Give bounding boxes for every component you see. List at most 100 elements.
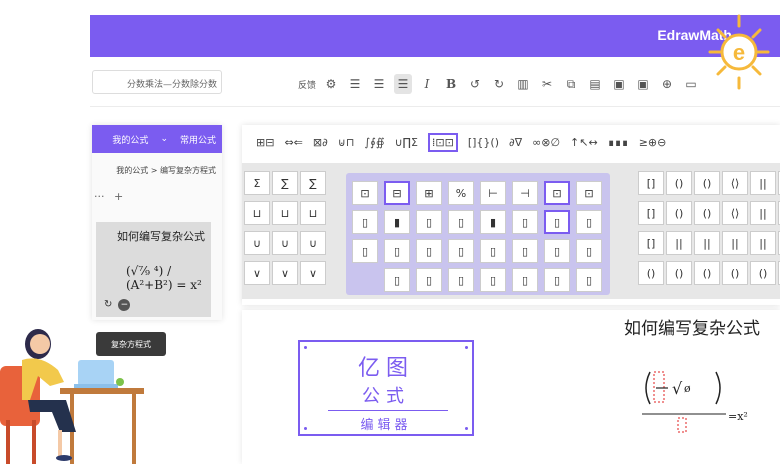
grid_left-template-3-0[interactable]: ∨ bbox=[244, 261, 270, 285]
grid_mid-template-1-6[interactable]: ▯ bbox=[544, 210, 570, 234]
grid_mid-template-2-1[interactable]: ▯ bbox=[384, 239, 410, 263]
grid_mid-template-0-5[interactable]: ⊣ bbox=[512, 181, 538, 205]
grid_mid-template-1-1[interactable]: ▮ bbox=[384, 210, 410, 234]
symbol-category-2[interactable]: ⊠∂ bbox=[313, 136, 328, 149]
grid_mid-template-2-5[interactable]: ▯ bbox=[512, 239, 538, 263]
grid_mid-template-3-1[interactable]: ▯ bbox=[384, 268, 410, 292]
gear-icon[interactable]: ⚙ bbox=[322, 74, 340, 94]
grid_right-template-1-3[interactable]: ⟨⟩ bbox=[722, 201, 748, 225]
grid_right-template-0-0[interactable]: [] bbox=[638, 171, 664, 195]
chevron-down-icon[interactable]: ⌄ bbox=[160, 134, 168, 144]
grid_left-template-1-1[interactable]: ⊔ bbox=[272, 201, 298, 225]
grid_right-template-0-2[interactable]: () bbox=[694, 171, 720, 195]
symbol-category-3[interactable]: ⊍⊓ bbox=[338, 136, 355, 149]
grid_right-template-3-4[interactable]: () bbox=[750, 261, 776, 285]
add-formula-icon[interactable]: + bbox=[114, 190, 123, 203]
grid_left-template-3-1[interactable]: ∨ bbox=[272, 261, 298, 285]
align-right-icon[interactable]: ☰ bbox=[346, 74, 364, 94]
grid_right-template-0-3[interactable]: ⟨⟩ bbox=[722, 171, 748, 195]
grid_mid-template-3-4[interactable]: ▯ bbox=[480, 268, 506, 292]
print-icon[interactable]: ▤ bbox=[586, 74, 604, 94]
grid_mid-template-3-2[interactable]: ▯ bbox=[416, 268, 442, 292]
grid_mid-template-0-0[interactable]: ⊡ bbox=[352, 181, 378, 205]
grid_right-template-0-4[interactable]: || bbox=[750, 171, 776, 195]
grid_right-template-3-3[interactable]: () bbox=[722, 261, 748, 285]
tab-common-formulas[interactable]: 常用公式 bbox=[180, 133, 216, 146]
grid_right-template-2-4[interactable]: || bbox=[750, 231, 776, 255]
symbol-category-8[interactable]: ∂∇ bbox=[509, 136, 522, 149]
symbol-category-1[interactable]: ⇔⇐ bbox=[284, 136, 302, 149]
symbol-category-6[interactable]: ⁞⊡⊡ bbox=[427, 133, 458, 152]
cut-icon[interactable]: ✂ bbox=[538, 74, 556, 94]
grid_right-template-2-0[interactable]: [] bbox=[638, 231, 664, 255]
grid_right-template-0-1[interactable]: () bbox=[666, 171, 692, 195]
grid_right-template-3-0[interactable]: () bbox=[638, 261, 664, 285]
symbol-category-11[interactable]: ∎∎∎ bbox=[608, 136, 629, 149]
copy-icon[interactable]: ⧉ bbox=[562, 74, 580, 94]
grid_left-template-3-2[interactable]: ∨ bbox=[300, 261, 326, 285]
canvas-formula[interactable]: √ ø =x² bbox=[642, 368, 762, 438]
save-icon[interactable]: ▣ bbox=[634, 74, 652, 94]
grid_mid-template-2-6[interactable]: ▯ bbox=[544, 239, 570, 263]
symbol-category-9[interactable]: ∞⊗∅ bbox=[532, 136, 560, 149]
save-as-icon[interactable]: ▣ bbox=[610, 74, 628, 94]
grid_mid-template-2-7[interactable]: ▯ bbox=[576, 239, 602, 263]
align-left-icon[interactable]: ☰ bbox=[394, 74, 413, 94]
grid_right-template-2-1[interactable]: || bbox=[666, 231, 692, 255]
grid_right-template-3-1[interactable]: () bbox=[666, 261, 692, 285]
bold-icon[interactable]: B bbox=[442, 74, 460, 94]
symbol-category-4[interactable]: ∫∮∯ bbox=[364, 136, 384, 149]
formula-preview-card[interactable]: 如何编写复杂公式 (√⁷⁄₉ ⁴) / (A²+B²) = x² ↻ − bbox=[96, 222, 211, 317]
grid_left-template-1-2[interactable]: ⊔ bbox=[300, 201, 326, 225]
grid_mid-template-1-3[interactable]: ▯ bbox=[448, 210, 474, 234]
symbol-category-12[interactable]: ≥⊕⊖ bbox=[639, 136, 667, 149]
grid_mid-template-2-4[interactable]: ▯ bbox=[480, 239, 506, 263]
remove-icon[interactable]: − bbox=[118, 299, 131, 311]
grid_mid-template-2-2[interactable]: ▯ bbox=[416, 239, 442, 263]
grid_left-template-0-2[interactable]: ∑ bbox=[300, 171, 326, 195]
grid_left-template-2-0[interactable]: ∪ bbox=[244, 231, 270, 255]
grid_mid-template-1-2[interactable]: ▯ bbox=[416, 210, 442, 234]
symbol-category-7[interactable]: []{}() bbox=[468, 136, 499, 149]
feedback-link[interactable]: 反馈 bbox=[298, 78, 316, 91]
grid_mid-template-0-2[interactable]: ⊞ bbox=[416, 181, 442, 205]
grid_mid-template-1-5[interactable]: ▯ bbox=[512, 210, 538, 234]
undo-icon[interactable]: ↺ bbox=[466, 74, 484, 94]
grid_left-template-2-2[interactable]: ∪ bbox=[300, 231, 326, 255]
grid_mid-template-1-7[interactable]: ▯ bbox=[576, 210, 602, 234]
grid_mid-template-1-0[interactable]: ▯ bbox=[352, 210, 378, 234]
formula-canvas[interactable]: 亿图 公式 编辑器 如何编写复杂公式 √ ø =x² bbox=[242, 310, 780, 464]
grid_right-template-3-2[interactable]: () bbox=[694, 261, 720, 285]
grid_mid-template-3-7[interactable]: ▯ bbox=[576, 268, 602, 292]
symbol-category-5[interactable]: ∪∏Σ bbox=[395, 136, 418, 149]
grid_mid-template-0-6[interactable]: ⊡ bbox=[544, 181, 570, 205]
more-icon[interactable]: ··· bbox=[94, 190, 105, 203]
grid_mid-template-1-4[interactable]: ▮ bbox=[480, 210, 506, 234]
symbol-category-10[interactable]: ↑↖↔ bbox=[570, 136, 598, 149]
paste-icon[interactable]: ▥ bbox=[514, 74, 532, 94]
grid_mid-template-0-1[interactable]: ⊟ bbox=[384, 181, 410, 205]
grid_left-template-0-1[interactable]: ∑ bbox=[272, 171, 298, 195]
grid_left-template-2-1[interactable]: ∪ bbox=[272, 231, 298, 255]
breadcrumb[interactable]: 我的公式 > 编写复杂方程式 bbox=[92, 165, 216, 176]
tab-my-formulas[interactable]: 我的公式 bbox=[112, 133, 148, 146]
grid_left-template-0-0[interactable]: Σ bbox=[244, 171, 270, 195]
grid_left-template-1-0[interactable]: ⊔ bbox=[244, 201, 270, 225]
refresh-icon[interactable]: ↻ bbox=[104, 299, 112, 311]
grid_right-template-2-3[interactable]: || bbox=[722, 231, 748, 255]
grid_right-template-1-0[interactable]: [] bbox=[638, 201, 664, 225]
symbol-category-0[interactable]: ⊞⊟ bbox=[256, 136, 274, 149]
grid_right-template-1-1[interactable]: () bbox=[666, 201, 692, 225]
folder-icon[interactable]: ▭ bbox=[682, 74, 700, 94]
grid_right-template-2-2[interactable]: || bbox=[694, 231, 720, 255]
italic-icon[interactable]: I bbox=[418, 74, 436, 94]
add-icon[interactable]: ⊕ bbox=[658, 74, 676, 94]
grid_mid-template-2-0[interactable]: ▯ bbox=[352, 239, 378, 263]
grid_mid-template-3-3[interactable]: ▯ bbox=[448, 268, 474, 292]
grid_mid-template-0-4[interactable]: ⊢ bbox=[480, 181, 506, 205]
grid_mid-template-3-6[interactable]: ▯ bbox=[544, 268, 570, 292]
grid_mid-template-3-5[interactable]: ▯ bbox=[512, 268, 538, 292]
grid_mid-template-2-3[interactable]: ▯ bbox=[448, 239, 474, 263]
align-center-icon[interactable]: ☰ bbox=[370, 74, 388, 94]
grid_mid-template-0-3[interactable]: % bbox=[448, 181, 474, 205]
